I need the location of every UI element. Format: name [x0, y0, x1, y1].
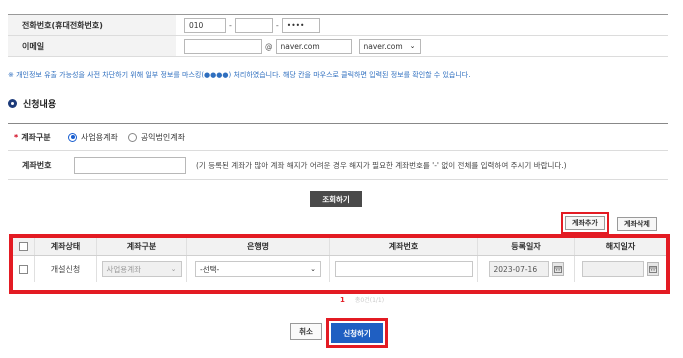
section-header: 신청내용	[8, 97, 56, 110]
row-checkbox[interactable]	[19, 264, 28, 274]
end-date-input	[582, 261, 644, 277]
col-status: 계좌상태	[35, 238, 97, 255]
apply-form: * 계좌구분 사업용계좌 공익법인계좌 계좌번호 (기 등록된 계좌가 많아 계…	[8, 123, 668, 180]
account-type-row: * 계좌구분 사업용계좌 공익법인계좌	[8, 124, 668, 151]
phone-row: 전화번호(휴대전화번호) 010 - - ••••	[8, 15, 668, 36]
row-type-value: 사업용계좌	[106, 264, 142, 274]
bank-select-value: -선택-	[200, 264, 220, 274]
dash-separator: -	[275, 20, 279, 30]
cancel-button[interactable]: 취소	[290, 323, 322, 340]
add-button-highlight: 계좌추가	[561, 212, 609, 234]
radio-public-account[interactable]	[127, 132, 137, 142]
chevron-down-icon: ⌄	[409, 42, 416, 50]
account-grid: 계좌상태 계좌구분 은행명 계좌번호 등록일자 해지일자 개설신청 사업용계좌 …	[9, 234, 670, 294]
page-number[interactable]: 1	[340, 296, 345, 304]
chevron-down-icon: ⌄	[170, 265, 177, 273]
bank-select[interactable]: -선택- ⌄	[195, 261, 321, 277]
grid-header: 계좌상태 계좌구분 은행명 계좌번호 등록일자 해지일자	[13, 238, 666, 256]
phone-part1-input[interactable]: 010	[184, 17, 226, 33]
dash-separator: -	[229, 20, 232, 30]
calendar-icon[interactable]	[647, 262, 659, 276]
phone-part2-input[interactable]	[234, 17, 273, 33]
radio-business-label[interactable]: 사업용계좌	[81, 132, 118, 143]
search-button[interactable]: 조회하기	[310, 191, 362, 207]
email-id-input[interactable]	[184, 38, 262, 54]
section-bullet-icon	[8, 99, 17, 108]
col-reg-date: 등록일자	[478, 238, 575, 255]
select-all-checkbox[interactable]	[19, 242, 28, 251]
row-status: 개설신청	[35, 256, 97, 282]
privacy-notice: ※ 개인정보 유출 가능성을 사전 차단하기 위해 일부 정보를 마스킹(●●●…	[8, 71, 471, 79]
submit-button-highlight: 신청하기	[326, 318, 388, 348]
col-bank: 은행명	[187, 238, 330, 255]
col-account: 계좌번호	[330, 238, 478, 255]
required-mark: *	[14, 132, 19, 142]
account-number-row: 계좌번호 (기 등록된 계좌가 많아 계좌 해지가 어려운 경우 해지가 필요한…	[8, 151, 668, 180]
account-number-input[interactable]	[74, 156, 186, 174]
phone-part3-input[interactable]: ••••	[281, 17, 320, 33]
col-type: 계좌구분	[97, 238, 187, 255]
submit-button[interactable]: 신청하기	[331, 323, 383, 343]
account-type-label: 계좌구분	[21, 132, 51, 142]
chevron-down-icon: ⌄	[310, 265, 316, 273]
email-label: 이메일	[8, 36, 176, 56]
col-end-date: 해지일자	[605, 242, 636, 251]
reg-date-input: 2023-07-16	[488, 261, 549, 277]
phone-label: 전화번호(휴대전화번호)	[8, 15, 176, 35]
email-domain-input[interactable]: naver.com	[275, 38, 352, 54]
pagination: 1 총0건(1/1)	[340, 295, 385, 305]
at-sign: @	[265, 41, 273, 51]
row-type-select: 사업용계좌 ⌄	[101, 261, 182, 277]
email-row: 이메일 @ naver.com naver.com ⌄	[8, 36, 668, 57]
contact-table: 전화번호(휴대전화번호) 010 - - •••• 이메일 @ naver.co…	[8, 14, 668, 57]
account-number-label: 계좌번호	[22, 160, 52, 170]
section-title: 신청내용	[23, 100, 57, 110]
table-row: 개설신청 사업용계좌 ⌄ -선택- ⌄ 2023-07-16	[13, 256, 666, 282]
email-domain-select[interactable]: naver.com ⌄	[358, 38, 421, 54]
radio-public-label[interactable]: 공익법인계좌	[141, 132, 185, 143]
account-number-hint: (기 등록된 계좌가 많아 계좌 해지가 어려운 경우 해지가 필요한 계좌번호…	[196, 160, 567, 170]
delete-account-button[interactable]: 계좌삭제	[617, 217, 657, 231]
calendar-icon[interactable]	[551, 262, 564, 276]
radio-business-account[interactable]	[68, 132, 77, 142]
email-select-value: naver.com	[363, 41, 403, 51]
page-summary: 총0건(1/1)	[354, 297, 385, 304]
row-account-input[interactable]	[334, 261, 473, 277]
add-account-button[interactable]: 계좌추가	[565, 216, 605, 230]
